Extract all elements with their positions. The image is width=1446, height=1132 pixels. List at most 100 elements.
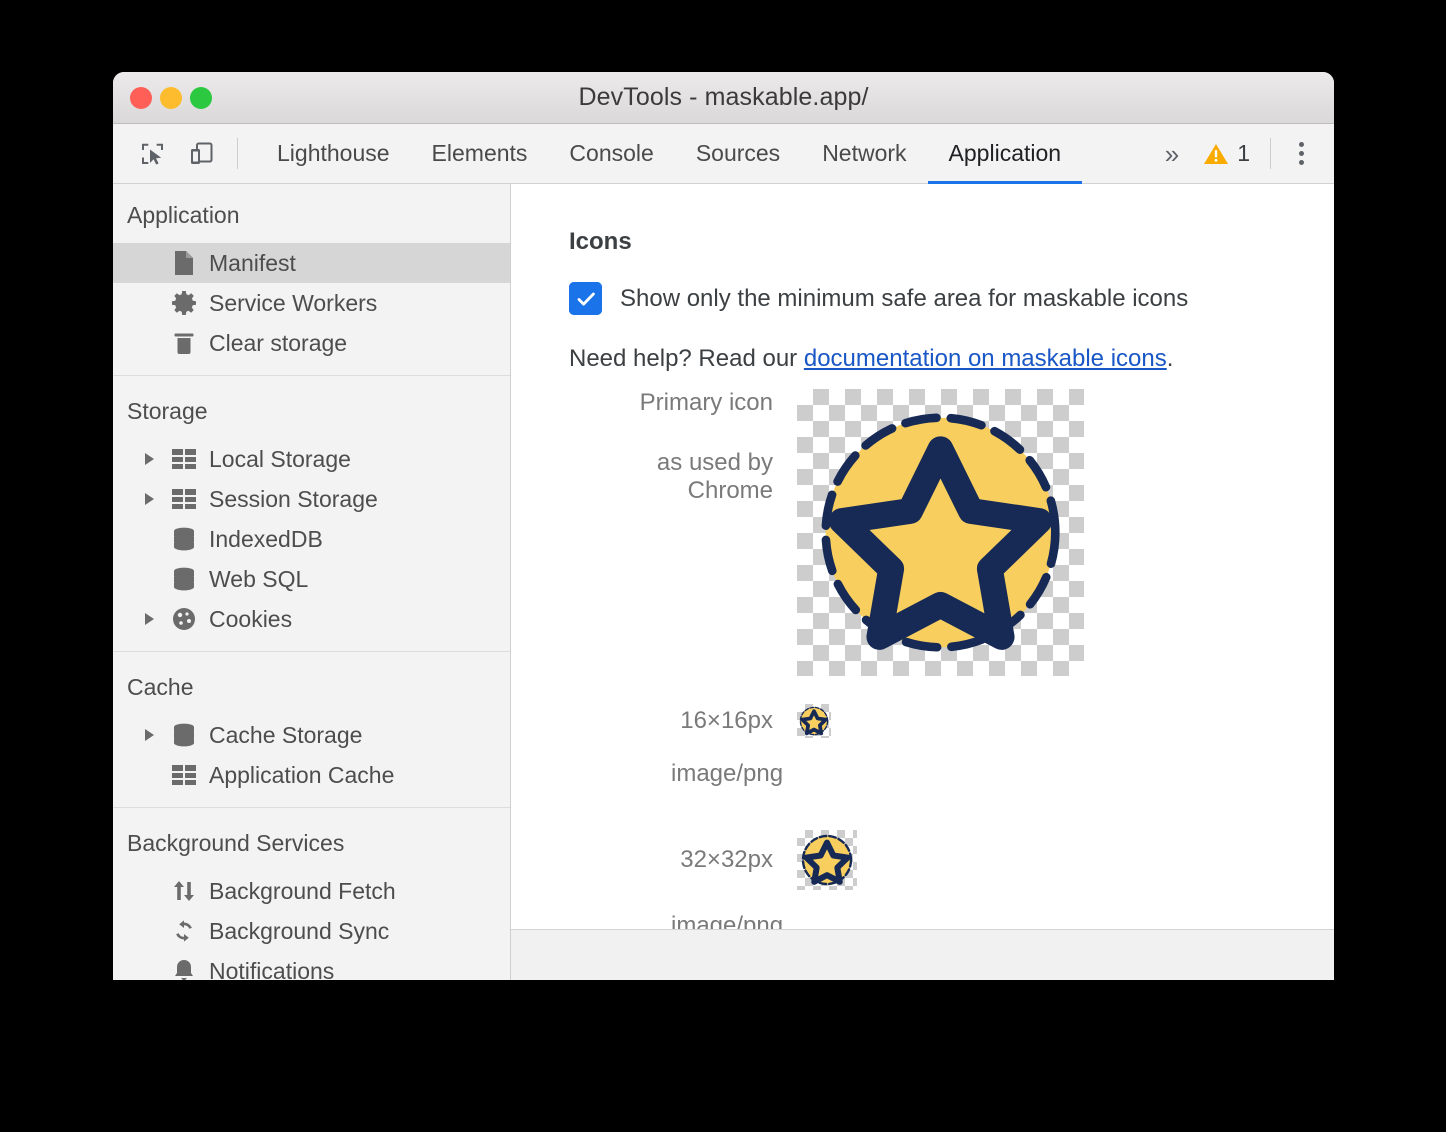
sidebar-item-label: Cookies — [209, 606, 292, 633]
expand-triangle-icon[interactable] — [141, 612, 159, 626]
tab-lighthouse[interactable]: Lighthouse — [256, 124, 411, 183]
tab-sources[interactable]: Sources — [675, 124, 801, 183]
manifest-panel: Icons Show only the minimum safe area fo… — [511, 184, 1334, 930]
toolbar-right-controls: » 1 — [1149, 124, 1334, 183]
documentation-link[interactable]: documentation on maskable icons — [804, 345, 1167, 372]
window-title: DevTools - maskable.app/ — [113, 83, 1334, 112]
table-icon — [169, 487, 199, 511]
minimize-button[interactable] — [160, 87, 182, 109]
sidebar-item-background-fetch[interactable]: Background Fetch — [113, 871, 510, 911]
icon-size-label: 32×32px — [569, 846, 797, 874]
warning-count: 1 — [1237, 140, 1250, 167]
maskable-star-icon — [797, 704, 831, 738]
expand-triangle-icon[interactable] — [141, 492, 159, 506]
expand-triangle-icon[interactable] — [141, 728, 159, 742]
more-tabs-icon[interactable]: » — [1149, 141, 1195, 167]
tab-application[interactable]: Application — [928, 124, 1083, 183]
database-icon — [169, 566, 199, 592]
sidebar-item-label: Cache Storage — [209, 722, 362, 749]
sidebar-item-label: Session Storage — [209, 486, 378, 513]
table-icon — [169, 763, 199, 787]
sidebar-group-storage: Storage — [113, 375, 510, 651]
sidebar-item-label: Background Sync — [209, 918, 389, 945]
tab-elements[interactable]: Elements — [411, 124, 549, 183]
sidebar-group-header: Application — [113, 194, 510, 243]
sidebar-item-label: Service Workers — [209, 290, 377, 317]
safe-area-checkbox[interactable] — [569, 282, 602, 315]
bell-icon — [169, 958, 199, 980]
devtools-window: DevTools - maskable.app/ Lighthouse Elem… — [113, 72, 1334, 980]
sidebar-item-background-sync[interactable]: Background Sync — [113, 911, 510, 951]
up-down-arrows-icon — [169, 878, 199, 904]
window-titlebar: DevTools - maskable.app/ — [113, 72, 1334, 124]
icon-mime-type: image/png — [569, 760, 1334, 788]
sidebar-item-cache-storage[interactable]: Cache Storage — [113, 715, 510, 755]
devtools-toolbar: Lighthouse Elements Console Sources Netw… — [113, 124, 1334, 184]
maskable-star-icon — [797, 389, 1084, 676]
expand-triangle-icon[interactable] — [141, 452, 159, 466]
document-icon — [169, 250, 199, 276]
cookie-icon — [169, 606, 199, 632]
sidebar-item-label: Web SQL — [209, 566, 308, 593]
sidebar-item-web-sql[interactable]: Web SQL — [113, 559, 510, 599]
panel-footer — [511, 930, 1334, 980]
sidebar-group-application: Application Manifest — [113, 194, 510, 375]
inspect-element-icon[interactable] — [129, 124, 177, 183]
sidebar-item-session-storage[interactable]: Session Storage — [113, 479, 510, 519]
database-icon — [169, 722, 199, 748]
application-sidebar[interactable]: Application Manifest — [113, 184, 511, 980]
primary-icon-row: Primary icon as used by Chrome — [569, 389, 1334, 676]
sidebar-item-local-storage[interactable]: Local Storage — [113, 439, 510, 479]
toolbar-divider-right — [1270, 138, 1271, 169]
sidebar-group-background-services: Background Services Background Fetch — [113, 807, 510, 980]
icon-mime-type: image/png — [569, 912, 1334, 930]
sidebar-group-header: Storage — [113, 390, 510, 439]
close-button[interactable] — [130, 87, 152, 109]
help-text: Need help? Read our documentation on mas… — [569, 345, 1334, 373]
tab-console[interactable]: Console — [548, 124, 674, 183]
icon-preview-32 — [797, 830, 857, 890]
panel-tabs: Lighthouse Elements Console Sources Netw… — [256, 124, 1082, 183]
sidebar-item-label: IndexedDB — [209, 526, 323, 553]
window-controls — [130, 72, 212, 124]
sidebar-item-indexeddb[interactable]: IndexedDB — [113, 519, 510, 559]
warning-triangle-icon — [1203, 142, 1229, 166]
sidebar-item-label: Application Cache — [209, 762, 394, 789]
safe-area-checkbox-label[interactable]: Show only the minimum safe area for mask… — [620, 285, 1188, 313]
sidebar-group-header: Cache — [113, 666, 510, 715]
sidebar-group-cache: Cache Cache Storage — [113, 651, 510, 807]
sidebar-item-clear-storage[interactable]: Clear storage — [113, 323, 510, 363]
warning-indicator[interactable]: 1 — [1195, 140, 1258, 167]
sidebar-item-label: Notifications — [209, 958, 334, 981]
sidebar-item-application-cache[interactable]: Application Cache — [113, 755, 510, 795]
sidebar-item-service-workers[interactable]: Service Workers — [113, 283, 510, 323]
devtools-body: Application Manifest — [113, 184, 1334, 980]
help-suffix: . — [1167, 345, 1174, 372]
toolbar-divider — [237, 138, 238, 169]
database-icon — [169, 526, 199, 552]
sidebar-item-notifications[interactable]: Notifications — [113, 951, 510, 980]
page-title: Icons — [569, 228, 1334, 256]
trash-icon — [169, 330, 199, 356]
main-panel-wrapper: Icons Show only the minimum safe area fo… — [511, 184, 1334, 980]
sidebar-item-cookies[interactable]: Cookies — [113, 599, 510, 639]
icon-entry-row: 16×16px — [569, 704, 1334, 738]
primary-icon-labels: Primary icon as used by Chrome — [569, 389, 797, 505]
icon-size-label: 16×16px — [569, 707, 797, 735]
tab-network[interactable]: Network — [801, 124, 927, 183]
device-toolbar-icon[interactable] — [177, 124, 225, 183]
maskable-star-icon — [797, 830, 857, 890]
sidebar-item-manifest[interactable]: Manifest — [113, 243, 510, 283]
primary-icon-label-line1: Primary icon — [569, 389, 773, 417]
help-prefix: Need help? Read our — [569, 345, 804, 372]
gear-icon — [169, 290, 199, 316]
checkmark-icon — [575, 288, 597, 310]
sidebar-item-label: Background Fetch — [209, 878, 396, 905]
maximize-button[interactable] — [190, 87, 212, 109]
primary-icon-label-line2: as used by Chrome — [569, 449, 773, 505]
table-icon — [169, 447, 199, 471]
sidebar-group-header: Background Services — [113, 822, 510, 871]
more-options-icon[interactable] — [1283, 142, 1320, 165]
icon-preview-16 — [797, 704, 831, 738]
sidebar-item-label: Clear storage — [209, 330, 347, 357]
